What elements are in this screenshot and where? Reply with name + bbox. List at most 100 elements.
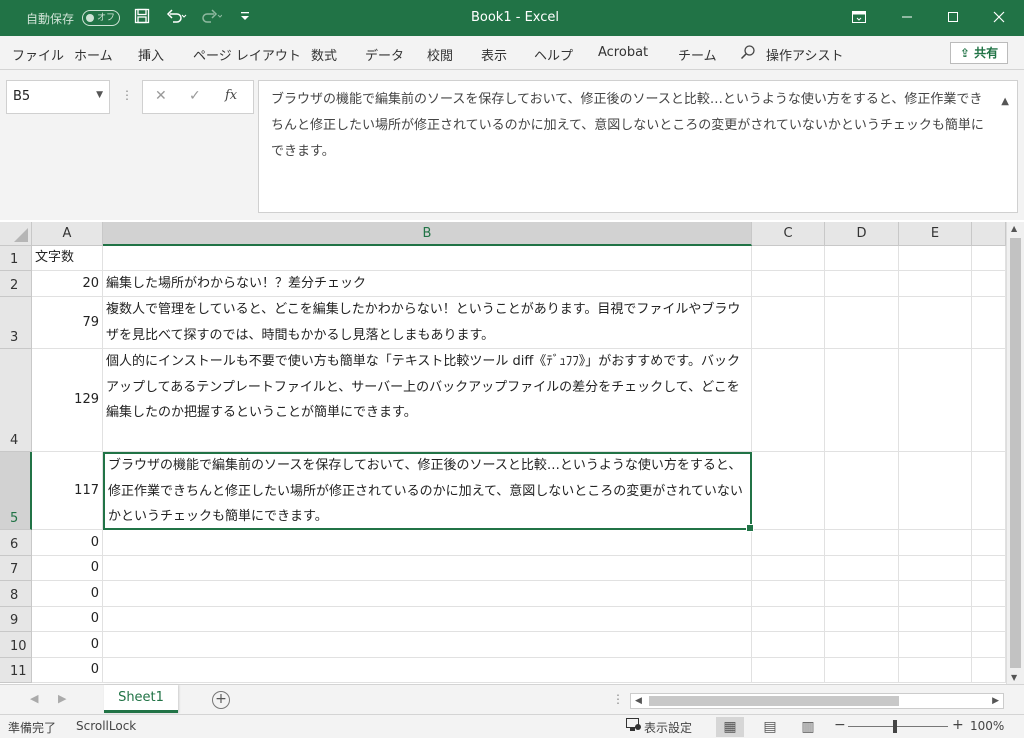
tab-home[interactable]: ホーム	[74, 45, 113, 64]
cell[interactable]	[825, 556, 899, 581]
cell[interactable]	[825, 297, 899, 349]
cell[interactable]	[972, 297, 1006, 349]
scroll-down-icon[interactable]: ▼	[1011, 673, 1017, 682]
horizontal-scrollbar[interactable]: ◀ ▶	[630, 693, 1004, 709]
column-header-a[interactable]: A	[32, 222, 103, 246]
minimize-icon[interactable]	[884, 0, 930, 36]
scroll-right-icon[interactable]: ▶	[992, 694, 999, 708]
row-header[interactable]: 6	[0, 530, 32, 556]
collapse-formula-bar-icon[interactable]: ▲	[1001, 89, 1009, 115]
cell[interactable]	[899, 297, 972, 349]
cell[interactable]	[899, 556, 972, 581]
column-header-c[interactable]: C	[752, 222, 825, 246]
save-icon[interactable]	[134, 8, 150, 28]
cell-a2[interactable]: 20	[32, 271, 103, 297]
normal-view-icon[interactable]: ▦	[716, 717, 744, 737]
cell[interactable]	[899, 452, 972, 530]
search-icon[interactable]	[740, 44, 756, 64]
row-header[interactable]: 5	[0, 452, 32, 530]
cell[interactable]	[103, 556, 752, 581]
row-header[interactable]: 2	[0, 271, 32, 297]
cell[interactable]	[825, 530, 899, 556]
cell[interactable]	[752, 349, 825, 452]
chevron-down-icon[interactable]: ▼	[96, 90, 103, 100]
tab-view[interactable]: 表示	[481, 45, 507, 64]
cell[interactable]	[825, 271, 899, 297]
formula-bar-input[interactable]: ブラウザの機能で編集前のソースを保存しておいて、修正後のソースと比較…というよう…	[258, 80, 1018, 213]
ribbon-display-icon[interactable]	[836, 0, 882, 36]
column-header-e[interactable]: E	[899, 222, 972, 246]
cell[interactable]	[972, 452, 1006, 530]
cell[interactable]	[972, 246, 1006, 271]
cell[interactable]	[899, 658, 972, 683]
cancel-icon[interactable]: ✕	[155, 88, 167, 104]
undo-icon[interactable]	[166, 8, 188, 28]
cell[interactable]	[825, 607, 899, 632]
cell[interactable]	[752, 297, 825, 349]
zoom-out-button[interactable]: −	[834, 717, 846, 733]
cell-b3[interactable]: 複数人で管理をしていると、どこを編集したかわからない！ということがあります。目視…	[103, 297, 752, 349]
zoom-slider-thumb[interactable]	[893, 720, 897, 733]
cell[interactable]	[972, 556, 1006, 581]
cell-b4[interactable]: 個人的にインストールも不要で使い方も簡単な「テキスト比較ツール diff《ﾃﾞｭ…	[103, 349, 752, 452]
tell-me-input[interactable]: 操作アシスト	[766, 45, 843, 64]
page-layout-view-icon[interactable]: ▤	[756, 717, 784, 737]
cell[interactable]	[752, 658, 825, 683]
cell[interactable]	[752, 632, 825, 658]
cell[interactable]	[972, 349, 1006, 452]
cell[interactable]	[899, 271, 972, 297]
tab-acrobat[interactable]: Acrobat	[598, 45, 648, 60]
display-settings-icon[interactable]	[626, 718, 642, 735]
tab-help[interactable]: ヘルプ	[534, 45, 573, 64]
close-icon[interactable]	[976, 0, 1022, 36]
cell[interactable]	[825, 581, 899, 607]
page-break-view-icon[interactable]: ▥	[794, 717, 822, 737]
cell-a6[interactable]: 0	[32, 530, 103, 556]
cell[interactable]	[103, 658, 752, 683]
scroll-up-icon[interactable]: ▲	[1011, 224, 1017, 233]
row-header[interactable]: 3	[0, 297, 32, 349]
cell[interactable]	[825, 349, 899, 452]
plus-circle-icon[interactable]: +	[212, 691, 230, 709]
cell[interactable]	[825, 452, 899, 530]
cell[interactable]	[825, 246, 899, 271]
tab-team[interactable]: チーム	[678, 45, 717, 64]
cell[interactable]	[972, 632, 1006, 658]
row-header[interactable]: 8	[0, 581, 32, 607]
tab-file[interactable]: ファイル	[12, 45, 64, 64]
cell[interactable]	[972, 658, 1006, 683]
name-box[interactable]: B5 ▼	[6, 80, 110, 114]
tab-page-layout[interactable]: ページ レイアウト	[193, 45, 301, 64]
tab-formulas[interactable]: 数式	[311, 45, 337, 64]
cell[interactable]	[103, 607, 752, 632]
cell[interactable]	[972, 530, 1006, 556]
zoom-level[interactable]: 100%	[970, 719, 1004, 733]
tab-scroll-left-icon[interactable]: ◀	[30, 692, 38, 705]
cell[interactable]	[899, 246, 972, 271]
cell-a3[interactable]: 79	[32, 297, 103, 349]
horizontal-scroll-thumb[interactable]	[649, 696, 899, 706]
cell[interactable]	[752, 607, 825, 632]
row-header[interactable]: 9	[0, 607, 32, 632]
cell[interactable]	[752, 271, 825, 297]
zoom-slider[interactable]	[848, 726, 948, 727]
tab-split-handle-icon[interactable]: ⋮	[612, 692, 624, 706]
insert-function-icon[interactable]: fx	[225, 88, 237, 103]
cell[interactable]	[899, 530, 972, 556]
cell[interactable]	[899, 607, 972, 632]
cell-b1[interactable]	[103, 246, 752, 271]
column-header-f[interactable]	[972, 222, 1006, 246]
row-header[interactable]: 10	[0, 632, 32, 658]
cell[interactable]	[103, 632, 752, 658]
cell-a5[interactable]: 117	[32, 452, 103, 530]
column-header-d[interactable]: D	[825, 222, 899, 246]
row-header[interactable]: 7	[0, 556, 32, 581]
customize-qat-icon[interactable]	[240, 11, 250, 24]
tab-insert[interactable]: 挿入	[138, 45, 164, 64]
cell[interactable]	[972, 271, 1006, 297]
tab-data[interactable]: データ	[365, 45, 404, 64]
autosave-toggle[interactable]: オフ	[82, 10, 120, 26]
cell[interactable]	[899, 349, 972, 452]
sheet-tab-sheet1[interactable]: Sheet1	[104, 685, 178, 713]
row-header[interactable]: 11	[0, 658, 32, 683]
